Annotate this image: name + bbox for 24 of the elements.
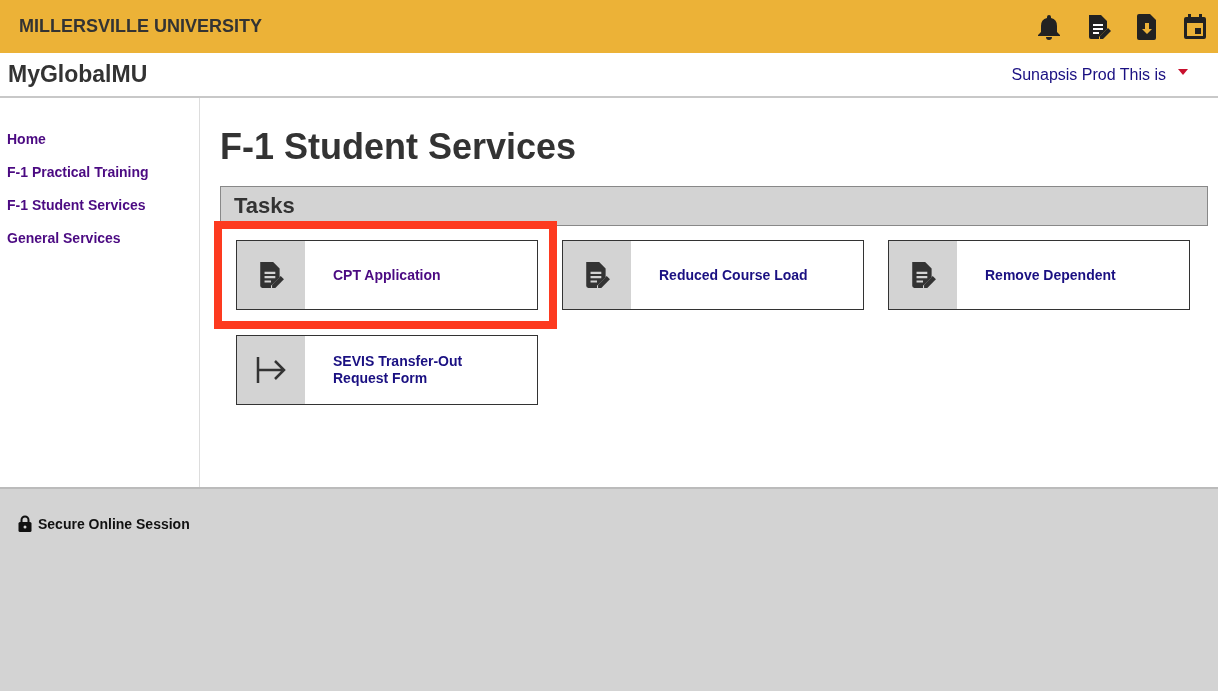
secure-session-label: Secure Online Session [38,515,190,532]
document-edit-icon[interactable] [1086,12,1112,41]
task-tile[interactable]: SEVIS Transfer-Out Request Form [236,335,538,405]
sidebar-link[interactable]: F-1 Practical Training [0,164,149,180]
app-name: MyGlobalMU [8,61,149,88]
task-tile[interactable]: CPT Application [236,240,538,310]
university-name: MILLERSVILLE UNIVERSITY [19,16,264,37]
document-edit-icon [909,259,937,291]
task-tile[interactable]: Reduced Course Load [562,240,864,310]
document-edit-icon [583,259,611,291]
sidebar-link[interactable]: F-1 Student Services [0,197,146,213]
caret-icon [1178,68,1188,75]
document-edit-icon [257,259,285,291]
calendar-icon[interactable] [1182,12,1208,41]
user-menu[interactable]: Sunapsis Prod This is [1011,65,1188,84]
lock-icon [18,515,32,532]
arrow-right-bar-icon [255,354,287,386]
tasks-header: Tasks [220,186,1208,226]
task-tile[interactable]: Remove Dependent [888,240,1190,310]
bell-icon[interactable] [1036,12,1062,41]
sidebar-link[interactable]: General Services [0,230,121,246]
file-download-icon[interactable] [1136,12,1158,41]
sidebar-link[interactable]: Home [0,131,46,147]
page-title: F-1 Student Services [220,126,578,168]
